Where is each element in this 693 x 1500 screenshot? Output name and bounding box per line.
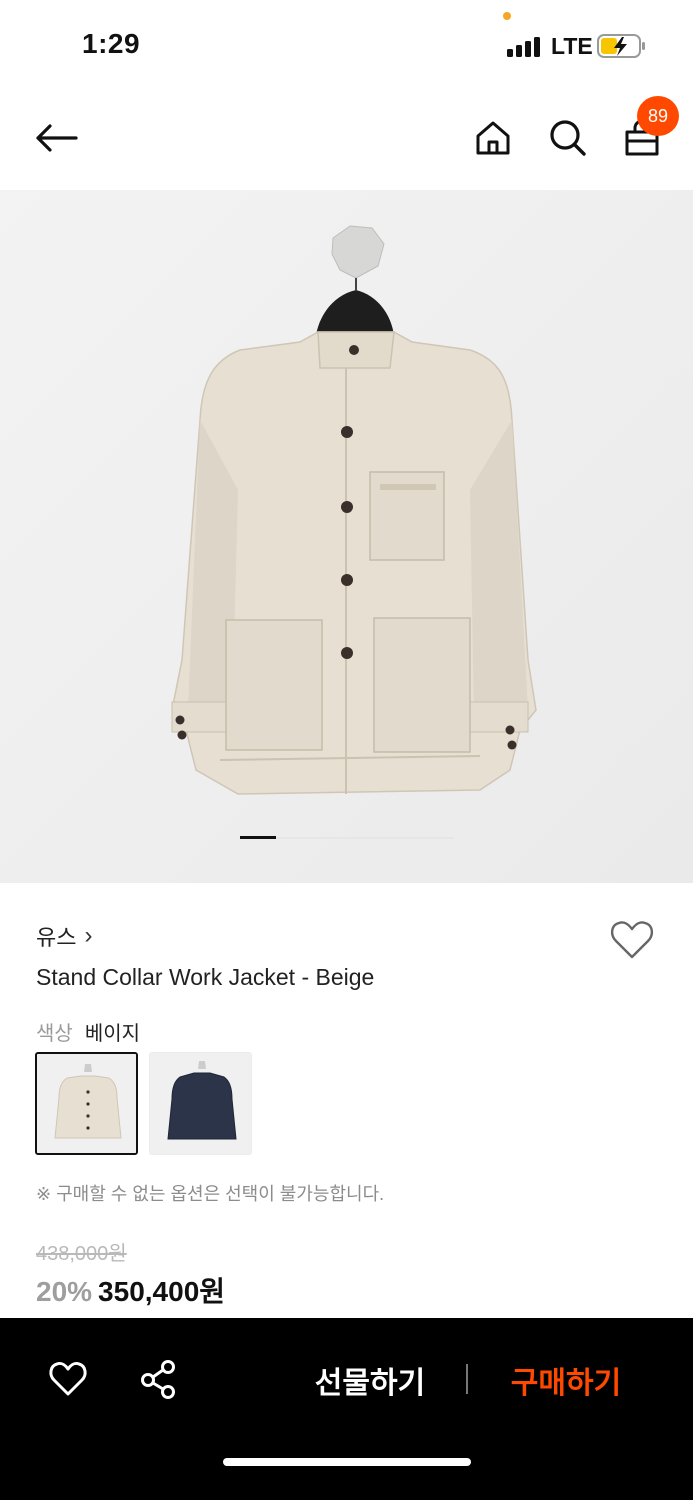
home-indicator[interactable] [223,1458,471,1466]
home-icon [476,121,510,155]
battery-charging-icon [597,34,645,58]
chevron-right-icon: › [84,922,93,949]
cart-count-badge: 89 [637,96,679,136]
share-icon [141,1360,175,1399]
jacket-product-photo [0,190,693,883]
status-bar: 1:29 LTE [0,0,693,92]
brand-name: 유스 [36,925,77,950]
color-label: 색상 [36,1023,73,1045]
brand-link[interactable]: 유스 › [36,920,92,952]
heart-icon [49,1362,87,1396]
beige-jacket-thumbnail [37,1054,136,1153]
button-divider [466,1364,468,1394]
search-button[interactable] [543,112,593,164]
navy-jacket-thumbnail [150,1053,251,1154]
like-button[interactable] [47,1358,89,1400]
gift-button[interactable]: 선물하기 [300,1358,440,1402]
search-icon [550,120,586,156]
home-button[interactable] [468,112,518,164]
buy-button[interactable]: 구매하기 [496,1358,636,1402]
back-button[interactable] [30,112,82,164]
privacy-indicator-dot [503,12,511,20]
color-option-row: 색상 베이지 [36,1017,140,1046]
product-title: Stand Collar Work Jacket - Beige [36,964,375,990]
option-notice: ※ 구매할 수 없는 옵션은 선택이 불가능합니다. [36,1184,385,1204]
signal-icon [507,35,541,57]
product-image-gallery[interactable] [0,190,693,883]
discount-rate: 20% [36,1276,93,1307]
price-row: 20% 350,400원 [36,1270,225,1310]
status-time: 1:29 [82,28,141,59]
wishlist-button[interactable] [609,917,655,963]
original-price: 438,000원 [36,1243,127,1265]
heart-icon [611,921,653,959]
network-label: LTE [551,33,593,59]
bottom-action-bar: 선물하기 구매하기 [0,1318,693,1500]
arrow-left-icon [36,124,78,152]
color-value: 베이지 [84,1023,141,1045]
gallery-indicator-active [240,836,276,839]
gallery-indicator-track [276,837,454,839]
color-swatch-navy[interactable] [149,1052,252,1155]
share-button[interactable] [138,1358,180,1400]
color-swatch-beige[interactable] [35,1052,138,1155]
app-header [0,92,693,190]
sale-price: 350,400원 [98,1276,226,1307]
